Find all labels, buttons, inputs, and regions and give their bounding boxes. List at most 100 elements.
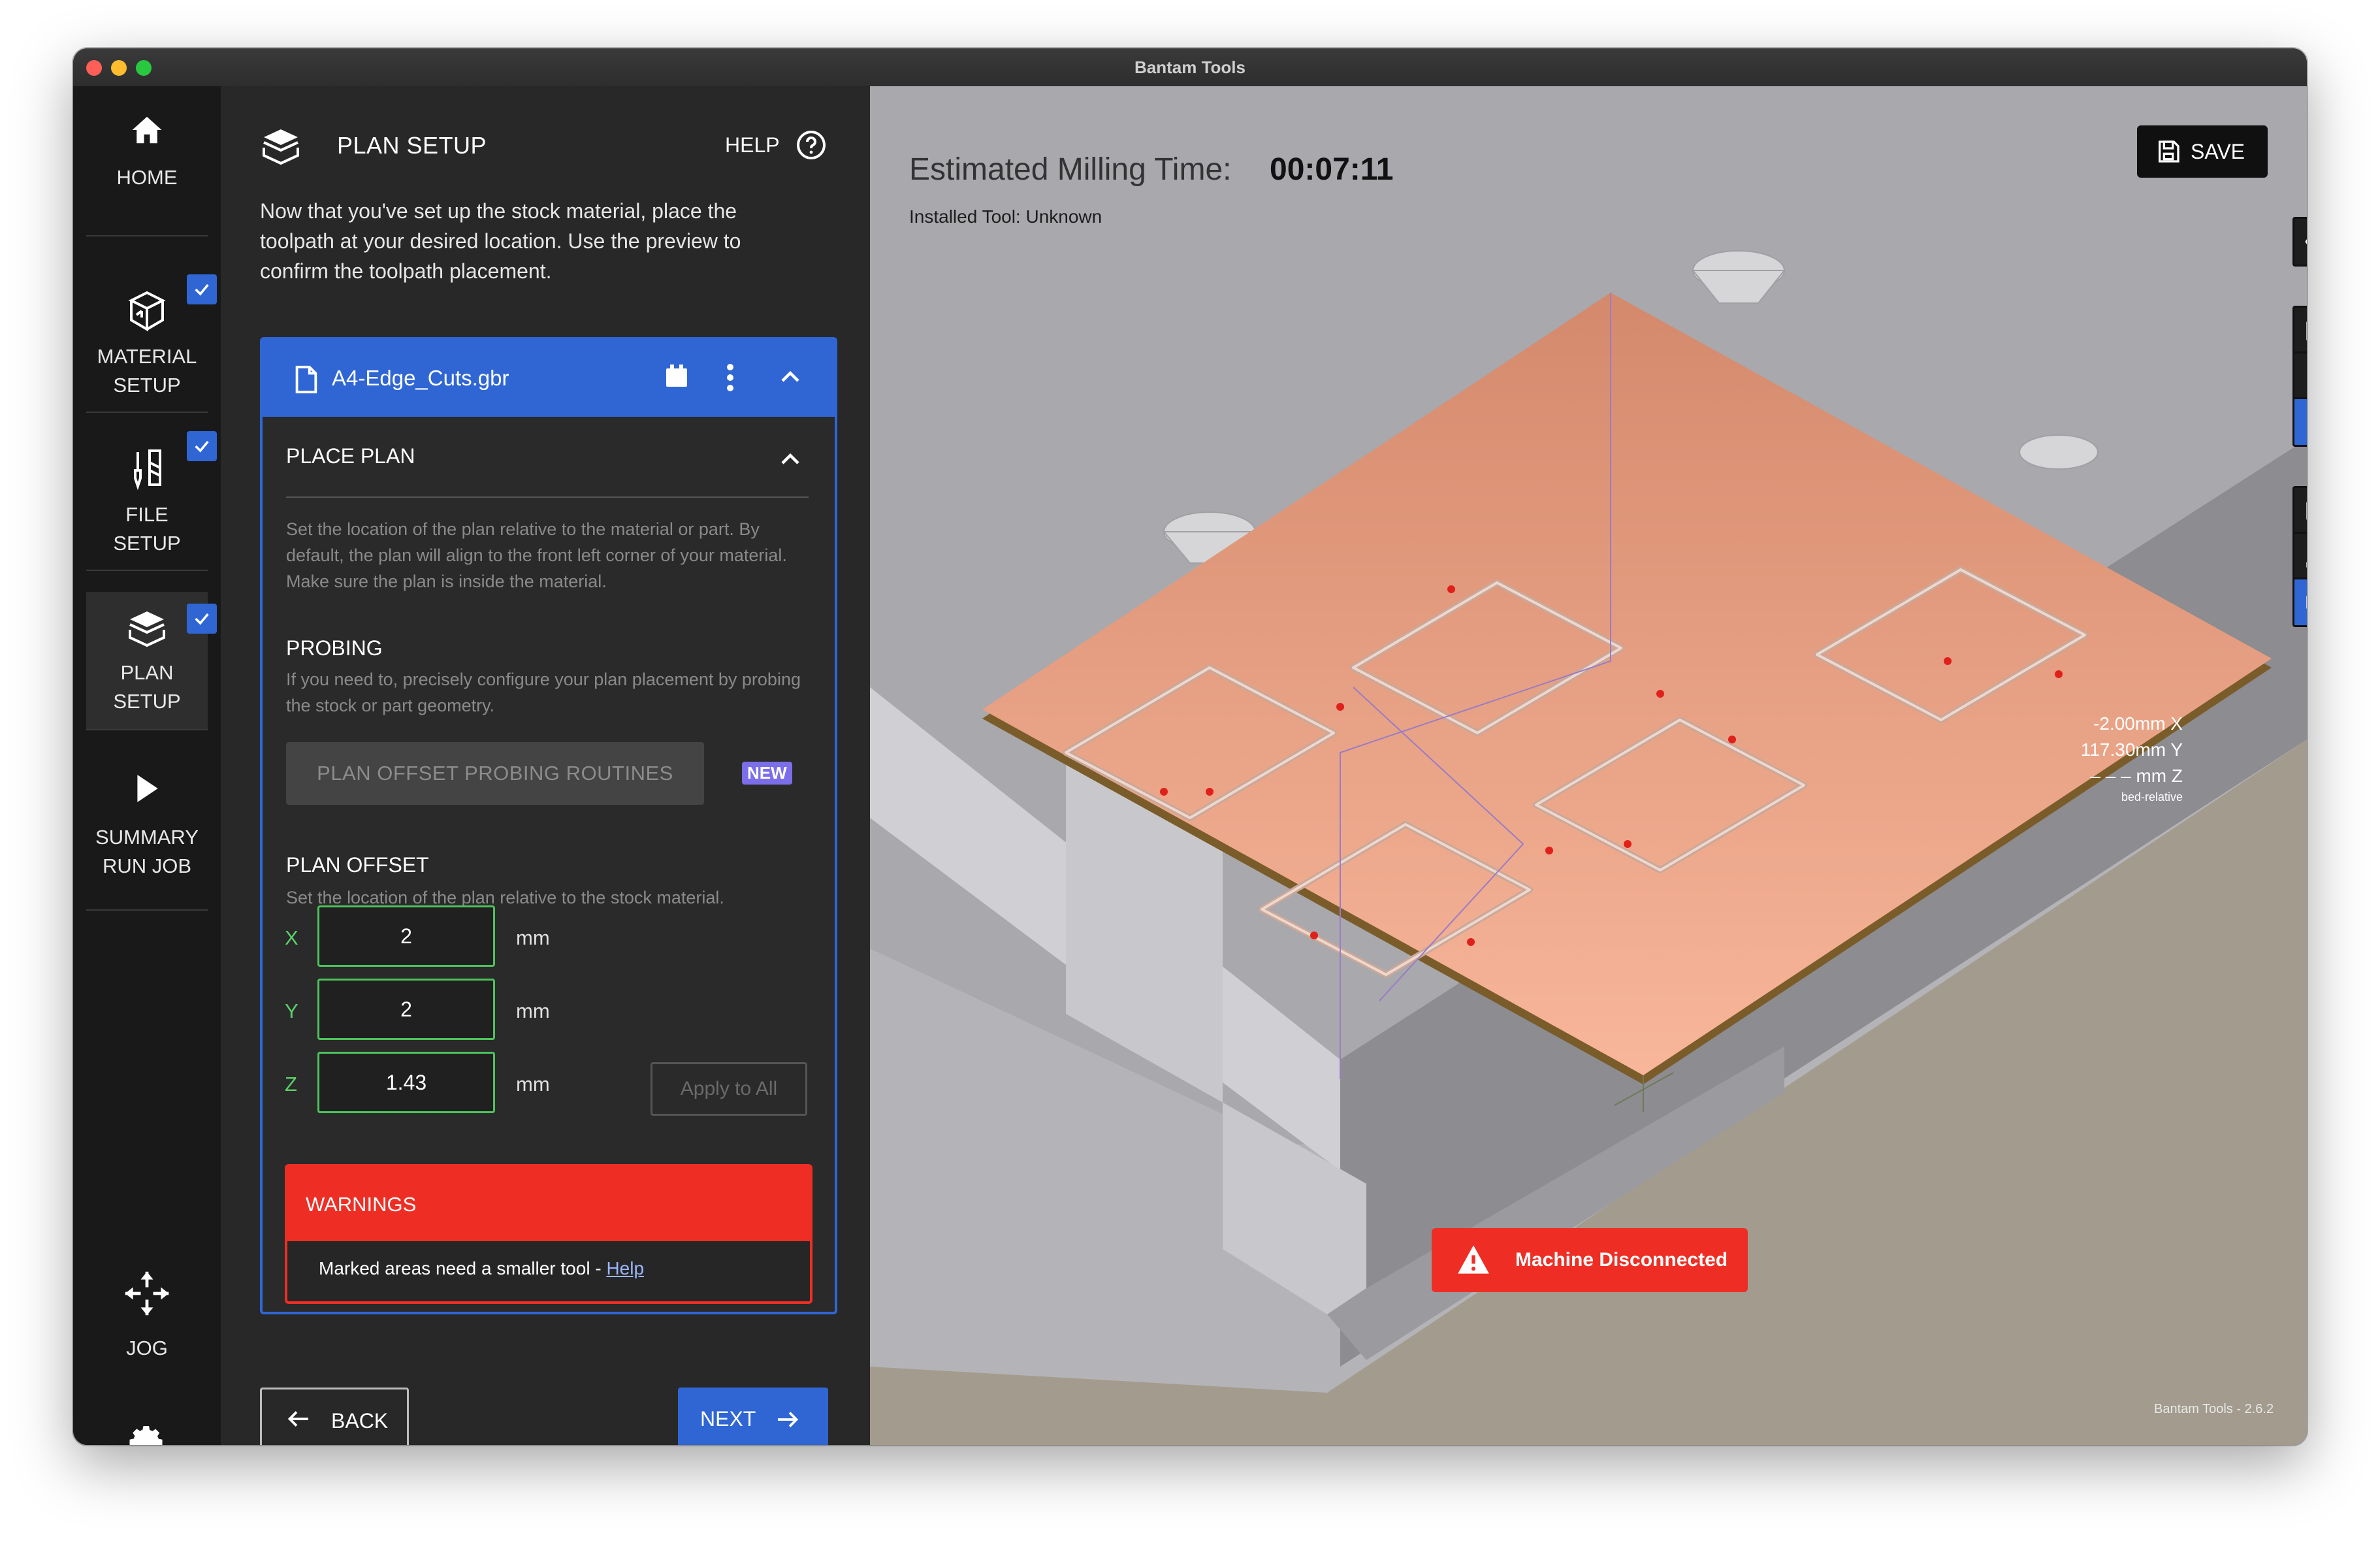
nav-plan-label-2: SETUP xyxy=(113,690,181,713)
place-plan-title: PLACE PLAN xyxy=(286,444,415,468)
next-label: NEXT xyxy=(700,1407,756,1431)
sidebar-nav: HOME MATERIAL SETUP FILE SETUP PLAN SETU… xyxy=(73,86,221,1445)
nav-jog[interactable]: JOG xyxy=(86,1262,208,1386)
disconnected-label: Machine Disconnected xyxy=(1515,1249,1728,1271)
x-axis-label: X xyxy=(285,926,298,949)
help-link[interactable]: HELP xyxy=(725,133,780,157)
warnings-box: WARNINGS Marked areas need a smaller too… xyxy=(285,1164,812,1304)
layer-view-button[interactable] xyxy=(2292,486,2307,536)
nav-material-label-2: SETUP xyxy=(113,374,181,397)
place-plan-description: Set the location of the plan relative to… xyxy=(286,519,787,591)
coord-y: 117.30mm Y xyxy=(2080,739,2183,760)
file-name: A4-Edge_Cuts.gbr xyxy=(332,366,509,390)
file-complete-check-icon xyxy=(187,431,217,461)
intro-text: Now that you've set up the stock materia… xyxy=(260,199,741,283)
z-axis-label: Z xyxy=(285,1073,297,1096)
floppy-disk-icon xyxy=(2159,140,2179,163)
warning-help-link[interactable]: Help xyxy=(606,1258,644,1278)
download-view-button[interactable] xyxy=(2292,532,2307,581)
nav-summary-run-job[interactable]: SUMMARY RUN JOB xyxy=(86,746,208,911)
nav-home[interactable]: HOME xyxy=(86,106,208,236)
save-button[interactable]: SAVE xyxy=(2137,125,2268,178)
end-mill-tools-icon xyxy=(134,449,161,491)
layers-icon xyxy=(2306,501,2307,521)
collapse-chevron-up-icon[interactable] xyxy=(779,367,802,387)
estimated-time-value: 00:07:11 xyxy=(1270,152,1394,187)
y-offset-field[interactable]: 2 xyxy=(317,979,495,1040)
back-label: BACK xyxy=(331,1409,389,1433)
x-offset-field[interactable]: 2 xyxy=(317,905,495,967)
warnings-header: WARNINGS xyxy=(287,1167,810,1241)
x-unit: mm xyxy=(516,926,550,949)
nav-material-label-1: MATERIAL xyxy=(97,345,197,368)
z-unit: mm xyxy=(516,1073,550,1096)
coord-x: -2.00mm X xyxy=(2093,713,2183,734)
view-iso-icon xyxy=(2306,414,2307,415)
plan-setup-panel: PLAN SETUP HELP Now that you've set up t… xyxy=(221,86,870,1445)
nav-file-label-2: SETUP xyxy=(113,532,181,555)
nav-plan-setup[interactable]: PLAN SETUP xyxy=(86,592,217,730)
warning-triangle-icon xyxy=(1458,1245,1489,1274)
material-cube-icon xyxy=(128,291,166,332)
next-button[interactable]: NEXT xyxy=(678,1388,828,1445)
nav-jog-label: JOG xyxy=(126,1337,168,1359)
material-complete-check-icon xyxy=(187,274,217,304)
home-icon xyxy=(132,116,162,144)
play-icon xyxy=(137,775,158,802)
view-front-button[interactable] xyxy=(2292,351,2307,401)
nav-material-setup[interactable]: MATERIAL SETUP xyxy=(86,274,217,413)
3d-preview-viewport[interactable]: Estimated Milling Time: 00:07:11 Install… xyxy=(870,86,2307,1445)
window-title: Bantam Tools xyxy=(1134,57,1246,77)
eye-icon xyxy=(2305,239,2307,244)
plan-stack-icon xyxy=(129,611,165,647)
more-options-icon[interactable] xyxy=(724,362,737,393)
file-plan-card: A4-Edge_Cuts.gbr PLACE PLAN Set the loca… xyxy=(260,337,837,1314)
nav-file-label-1: FILE xyxy=(125,503,169,526)
nav-home-label: HOME xyxy=(116,166,178,189)
y-unit: mm xyxy=(516,999,550,1022)
probing-description: If you need to, precisely configure your… xyxy=(286,670,801,715)
panel-title: PLAN SETUP xyxy=(337,132,487,159)
place-plan-chevron-up-icon[interactable] xyxy=(779,449,802,469)
y-axis-label: Y xyxy=(285,999,298,1022)
jog-arrows-icon xyxy=(125,1271,169,1316)
coord-z: – – – mm Z xyxy=(2090,766,2183,786)
download-icon xyxy=(2306,562,2307,568)
settings-gear-icon[interactable] xyxy=(128,1423,167,1445)
warning-message: Marked areas need a smaller tool - Help xyxy=(319,1258,644,1279)
nav-file-setup[interactable]: FILE SETUP xyxy=(86,431,217,571)
title-bar: Bantam Tools xyxy=(73,48,2307,88)
estimated-time-label: Estimated Milling Time: xyxy=(909,152,1232,187)
file-icon xyxy=(295,365,317,394)
library-icon[interactable] xyxy=(664,363,690,389)
toggle-visibility-button[interactable] xyxy=(2292,217,2307,267)
file-card-header[interactable]: A4-Edge_Cuts.gbr xyxy=(263,340,835,417)
machine-disconnected-banner[interactable]: Machine Disconnected xyxy=(1432,1228,1748,1292)
new-badge: NEW xyxy=(742,762,792,785)
z-offset-field[interactable]: 1.43 xyxy=(317,1052,495,1113)
nav-summary-label-2: RUN JOB xyxy=(102,854,192,877)
app-window: Bantam Tools HOME MATERIAL SETUP FILE SE… xyxy=(73,48,2307,1445)
help-circle-icon[interactable] xyxy=(796,129,827,161)
arrow-right-icon xyxy=(778,1412,799,1427)
plan-offset-title: PLAN OFFSET xyxy=(286,853,429,877)
version-label: Bantam Tools - 2.6.2 xyxy=(2154,1402,2274,1416)
arrow-left-icon xyxy=(287,1411,308,1427)
view-front-icon xyxy=(2304,363,2307,389)
cube-icon xyxy=(2306,596,2307,609)
plan-stack-icon xyxy=(263,129,299,165)
back-button[interactable]: BACK xyxy=(260,1388,409,1445)
coord-frame: bed-relative xyxy=(2121,790,2183,804)
view-top-button[interactable] xyxy=(2292,306,2307,355)
warnings-title: WARNINGS xyxy=(306,1193,417,1216)
cube-view-button[interactable] xyxy=(2292,577,2307,627)
section-divider xyxy=(286,496,809,498)
view-top-icon xyxy=(2306,321,2307,340)
apply-to-all-button[interactable]: Apply to All xyxy=(651,1062,807,1116)
view-iso-button[interactable] xyxy=(2292,397,2307,447)
probing-title: PROBING xyxy=(286,636,383,660)
position-readout: -2.00mm X 117.30mm Y – – – mm Z bed-rela… xyxy=(2052,711,2183,805)
nav-plan-label-1: PLAN xyxy=(120,661,174,684)
nav-summary-label-1: SUMMARY xyxy=(95,826,199,849)
plan-offset-probing-button[interactable]: PLAN OFFSET PROBING ROUTINES xyxy=(286,742,704,805)
